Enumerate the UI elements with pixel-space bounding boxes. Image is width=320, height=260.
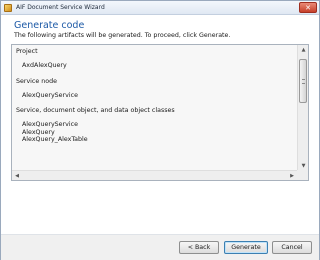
generate-button[interactable]: Generate (224, 241, 268, 254)
app-icon (4, 4, 12, 12)
artifact-item: AlexQueryService (22, 121, 78, 128)
vertical-scroll-thumb[interactable] (299, 59, 307, 103)
section-items: AlexQueryService (16, 92, 293, 100)
artifact-item: AxdAlexQuery (22, 62, 67, 69)
window-title: AIF Document Service Wizard (16, 4, 105, 11)
artifacts-panel: Project AxdAlexQuery Service node AlexQu… (11, 44, 309, 181)
artifact-item: AlexQuery (22, 128, 55, 136)
title-bar[interactable]: AIF Document Service Wizard ✕ (1, 1, 319, 15)
artifact-item: AlexQueryService (22, 91, 78, 99)
section-items: AlexQueryService AlexQuery AlexQuery_Ale… (16, 121, 293, 144)
vertical-scrollbar[interactable]: ▲ ▼ (297, 45, 308, 171)
section-heading: Service node (16, 77, 57, 85)
artifact-section-classes: Service, document object, and data objec… (16, 106, 293, 144)
artifacts-list: Project AxdAlexQuery Service node AlexQu… (12, 45, 297, 171)
artifact-section-project: Project AxdAlexQuery (16, 47, 293, 70)
artifact-item: AlexQuery_AlexTable (22, 136, 88, 143)
wizard-window: AIF Document Service Wizard ✕ Generate c… (0, 0, 320, 260)
scroll-right-arrow-icon[interactable]: ▶ (288, 172, 296, 180)
cancel-button[interactable]: Cancel (272, 241, 312, 254)
close-button[interactable]: ✕ (299, 2, 317, 13)
scrollbar-corner (297, 170, 308, 180)
horizontal-scrollbar[interactable]: ◀ ▶ (12, 170, 297, 180)
scroll-up-arrow-icon[interactable]: ▲ (299, 46, 308, 54)
scroll-down-arrow-icon[interactable]: ▼ (299, 162, 308, 170)
artifact-section-service-node: Service node AlexQueryService (16, 77, 293, 100)
scroll-left-arrow-icon[interactable]: ◀ (13, 172, 21, 180)
section-heading: Service, document object, and data objec… (16, 107, 175, 114)
section-items: AxdAlexQuery (16, 62, 293, 70)
grip-icon (302, 79, 305, 84)
page-title: Generate code (14, 20, 85, 31)
page-subtitle: The following artifacts will be generate… (14, 32, 231, 39)
back-button[interactable]: < Back (179, 241, 219, 254)
section-heading: Project (16, 48, 38, 55)
